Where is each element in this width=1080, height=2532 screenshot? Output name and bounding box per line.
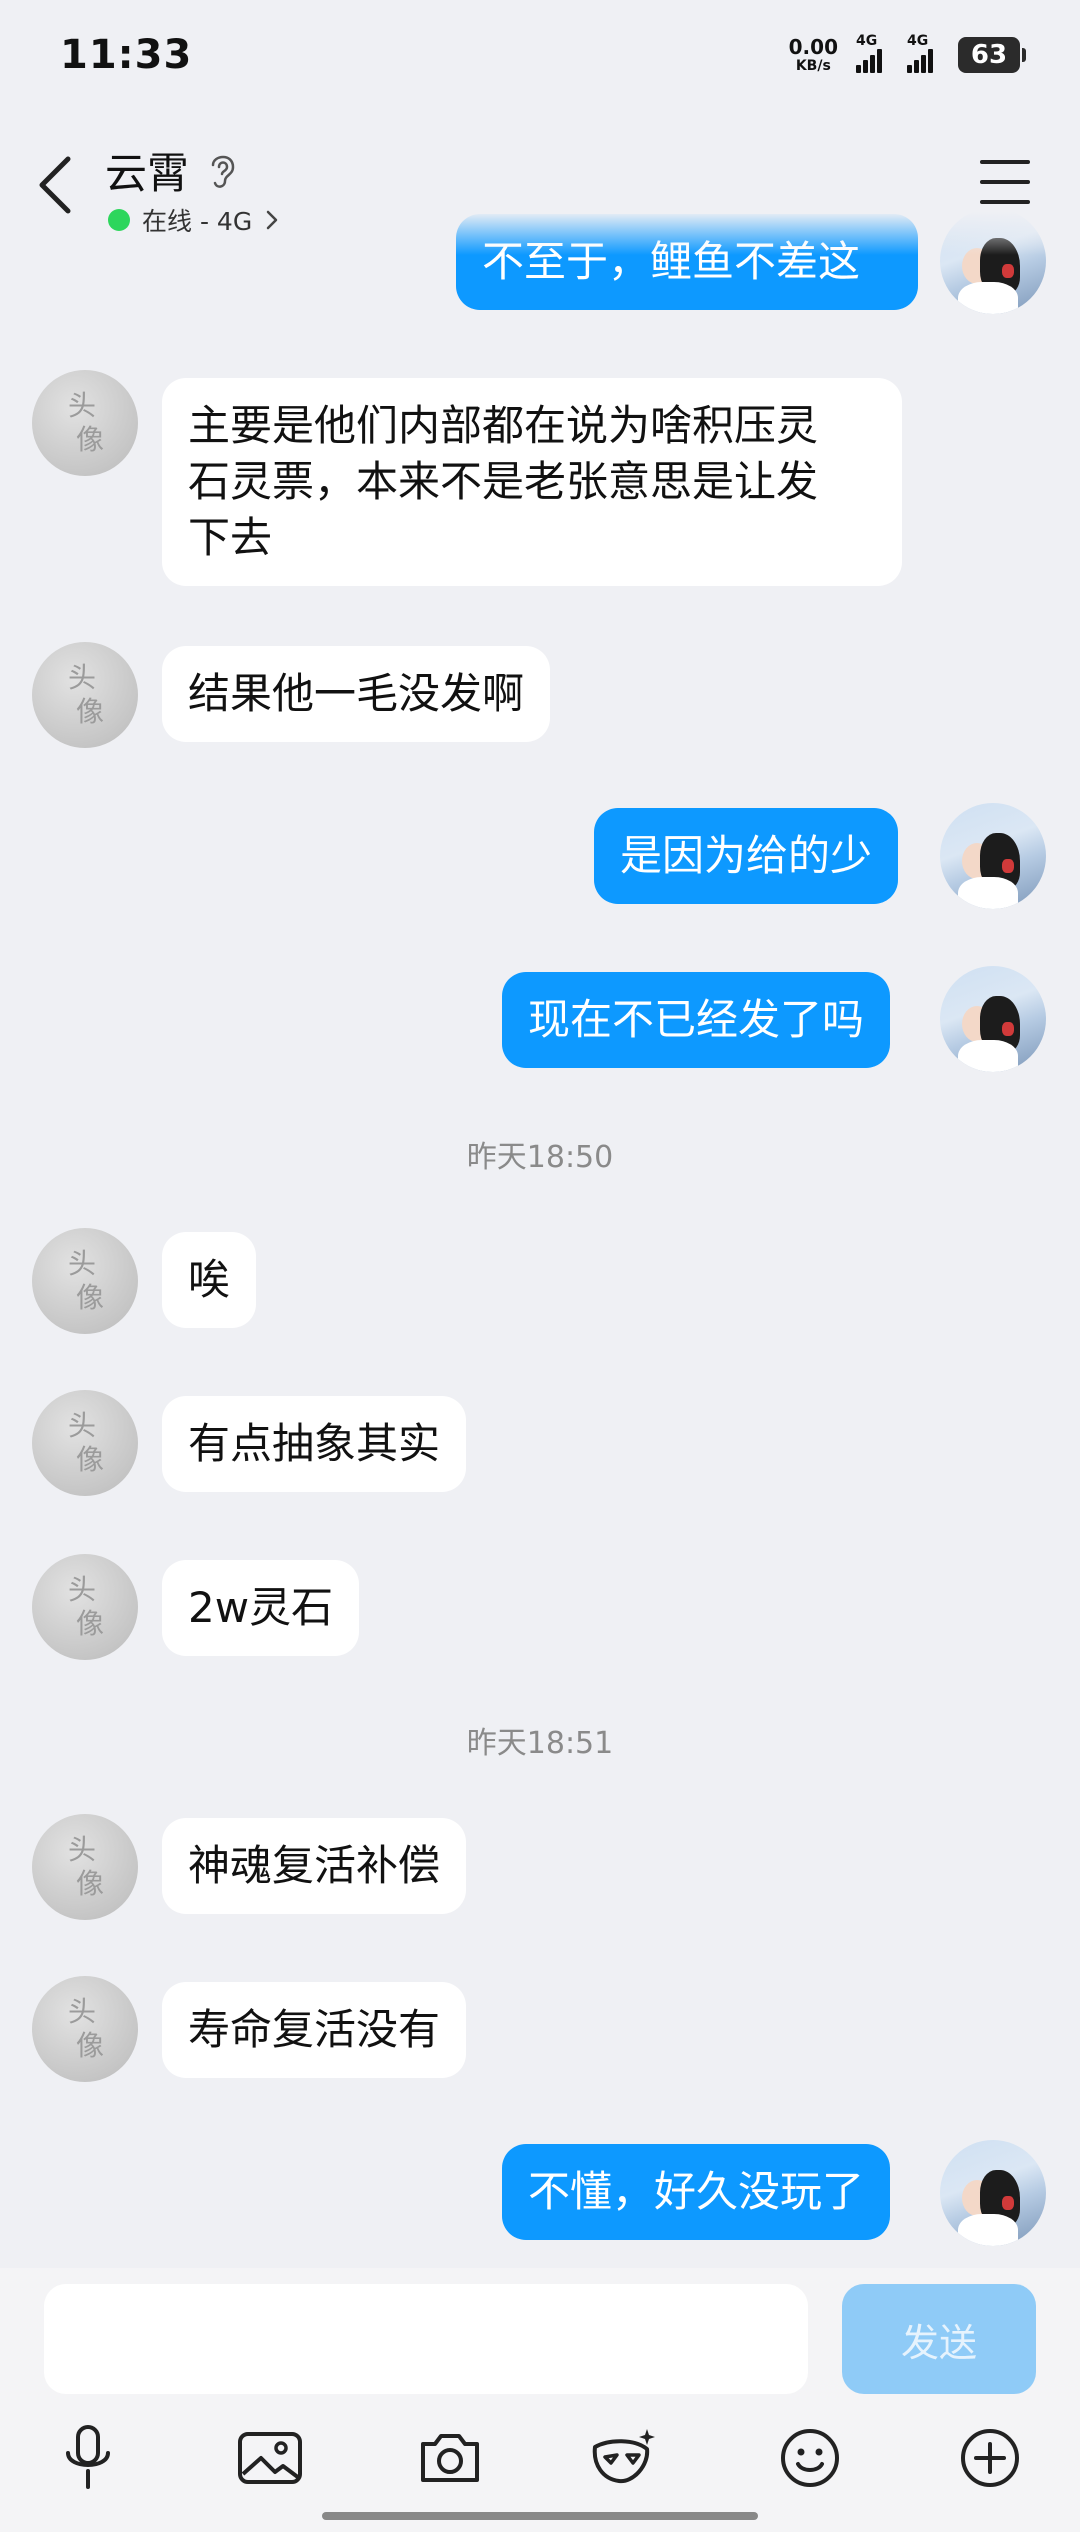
home-indicator[interactable] — [322, 2512, 758, 2520]
my-avatar[interactable] — [940, 2140, 1046, 2246]
message-bubble-incoming[interactable]: 结果他一毛没发啊 — [162, 646, 551, 742]
presence-status[interactable]: 在线 - 4G — [108, 202, 280, 238]
contact-avatar[interactable]: 头 像 — [32, 642, 138, 748]
menu-line — [980, 200, 1030, 204]
contact-name: 云霄 — [105, 149, 190, 198]
avatar-text-2: 像 — [75, 1607, 104, 1640]
ear-icon — [211, 155, 235, 188]
message-bubble-incoming[interactable]: 唉 — [162, 1232, 257, 1328]
message-bubble-incoming[interactable]: 神魂复活补偿 — [162, 1818, 467, 1914]
message-bubble-incoming[interactable]: 有点抽象其实 — [162, 1396, 467, 1492]
menu-line — [980, 160, 1030, 164]
mask-button[interactable] — [584, 2418, 664, 2498]
message-bubble-outgoing[interactable]: 现在不已经发了吗 — [502, 972, 891, 1068]
timestamp: 昨天18:50 — [466, 1140, 614, 1175]
avatar-text-1: 头 — [67, 1247, 96, 1281]
avatar-text-1: 头 — [67, 1409, 96, 1443]
message-bubble-outgoing[interactable]: 不懂，好久没玩了 — [502, 2144, 891, 2240]
my-avatar[interactable] — [940, 803, 1046, 909]
avatar-text-1: 头 — [67, 1833, 96, 1867]
camera-button[interactable] — [410, 2418, 490, 2498]
contact-avatar[interactable]: 头 像 — [32, 370, 138, 476]
contact-avatar[interactable]: 头 像 — [32, 1228, 138, 1334]
voice-button[interactable] — [48, 2418, 128, 2498]
back-button[interactable] — [30, 150, 80, 220]
avatar-text-2: 像 — [75, 1281, 104, 1314]
avatar-text-2: 像 — [75, 2029, 104, 2062]
camera-icon — [421, 2434, 479, 2482]
timestamp: 昨天18:51 — [466, 1726, 614, 1761]
online-dot-icon — [108, 209, 130, 231]
message-bubble-incoming[interactable]: 寿命复活没有 — [162, 1982, 467, 2078]
input-bar: 发送 — [0, 2268, 1080, 2532]
avatar-text-2: 像 — [75, 695, 104, 728]
chat-header: 云霄 在线 - 4G — [0, 110, 1080, 255]
message-bubble-incoming[interactable]: 主要是他们内部都在说为啥积压灵 石灵票，本来不是老张意思是让发 下去 — [162, 378, 902, 586]
contact-avatar[interactable]: 头 像 — [32, 1976, 138, 2082]
contact-avatar[interactable]: 头 像 — [32, 1554, 138, 1660]
face-mask-icon — [592, 2429, 655, 2484]
more-button[interactable] — [950, 2418, 1030, 2498]
menu-button[interactable] — [980, 160, 1030, 204]
avatar-text-1: 头 — [67, 661, 96, 695]
contact-avatar[interactable]: 头 像 — [32, 1814, 138, 1920]
avatar-text-2: 像 — [75, 1867, 104, 1900]
image-button[interactable] — [230, 2418, 310, 2498]
emoji-icon — [781, 2429, 839, 2487]
message-bubble-incoming[interactable]: 2w灵石 — [162, 1560, 360, 1656]
menu-line — [980, 180, 1030, 184]
image-icon — [238, 2432, 302, 2484]
plus-icon — [961, 2429, 1019, 2487]
send-button[interactable]: 发送 — [842, 2284, 1036, 2394]
microphone-icon — [66, 2425, 110, 2489]
chevron-left-icon — [39, 156, 71, 214]
contact-title[interactable]: 云霄 — [105, 140, 239, 201]
my-avatar[interactable] — [940, 966, 1046, 1072]
contact-avatar[interactable]: 头 像 — [32, 1390, 138, 1496]
avatar-text-1: 头 — [67, 389, 96, 423]
emoji-button[interactable] — [770, 2418, 850, 2498]
input-toolbar — [0, 2418, 1080, 2508]
chevron-right-icon — [266, 210, 278, 230]
message-bubble-outgoing[interactable]: 是因为给的少 — [594, 808, 899, 904]
avatar-text-1: 头 — [67, 1995, 96, 2029]
chat-list[interactable]: 不至于，鲤鱼不差这 头 像 主要是他们内部都在说为啥积压灵 石灵票，本来不是老张… — [0, 0, 1080, 2268]
avatar-text-2: 像 — [75, 423, 104, 456]
presence-text: 在线 - 4G — [142, 207, 253, 236]
avatar-text-1: 头 — [67, 1573, 96, 1607]
message-input[interactable] — [44, 2284, 808, 2394]
avatar-text-2: 像 — [75, 1443, 104, 1476]
